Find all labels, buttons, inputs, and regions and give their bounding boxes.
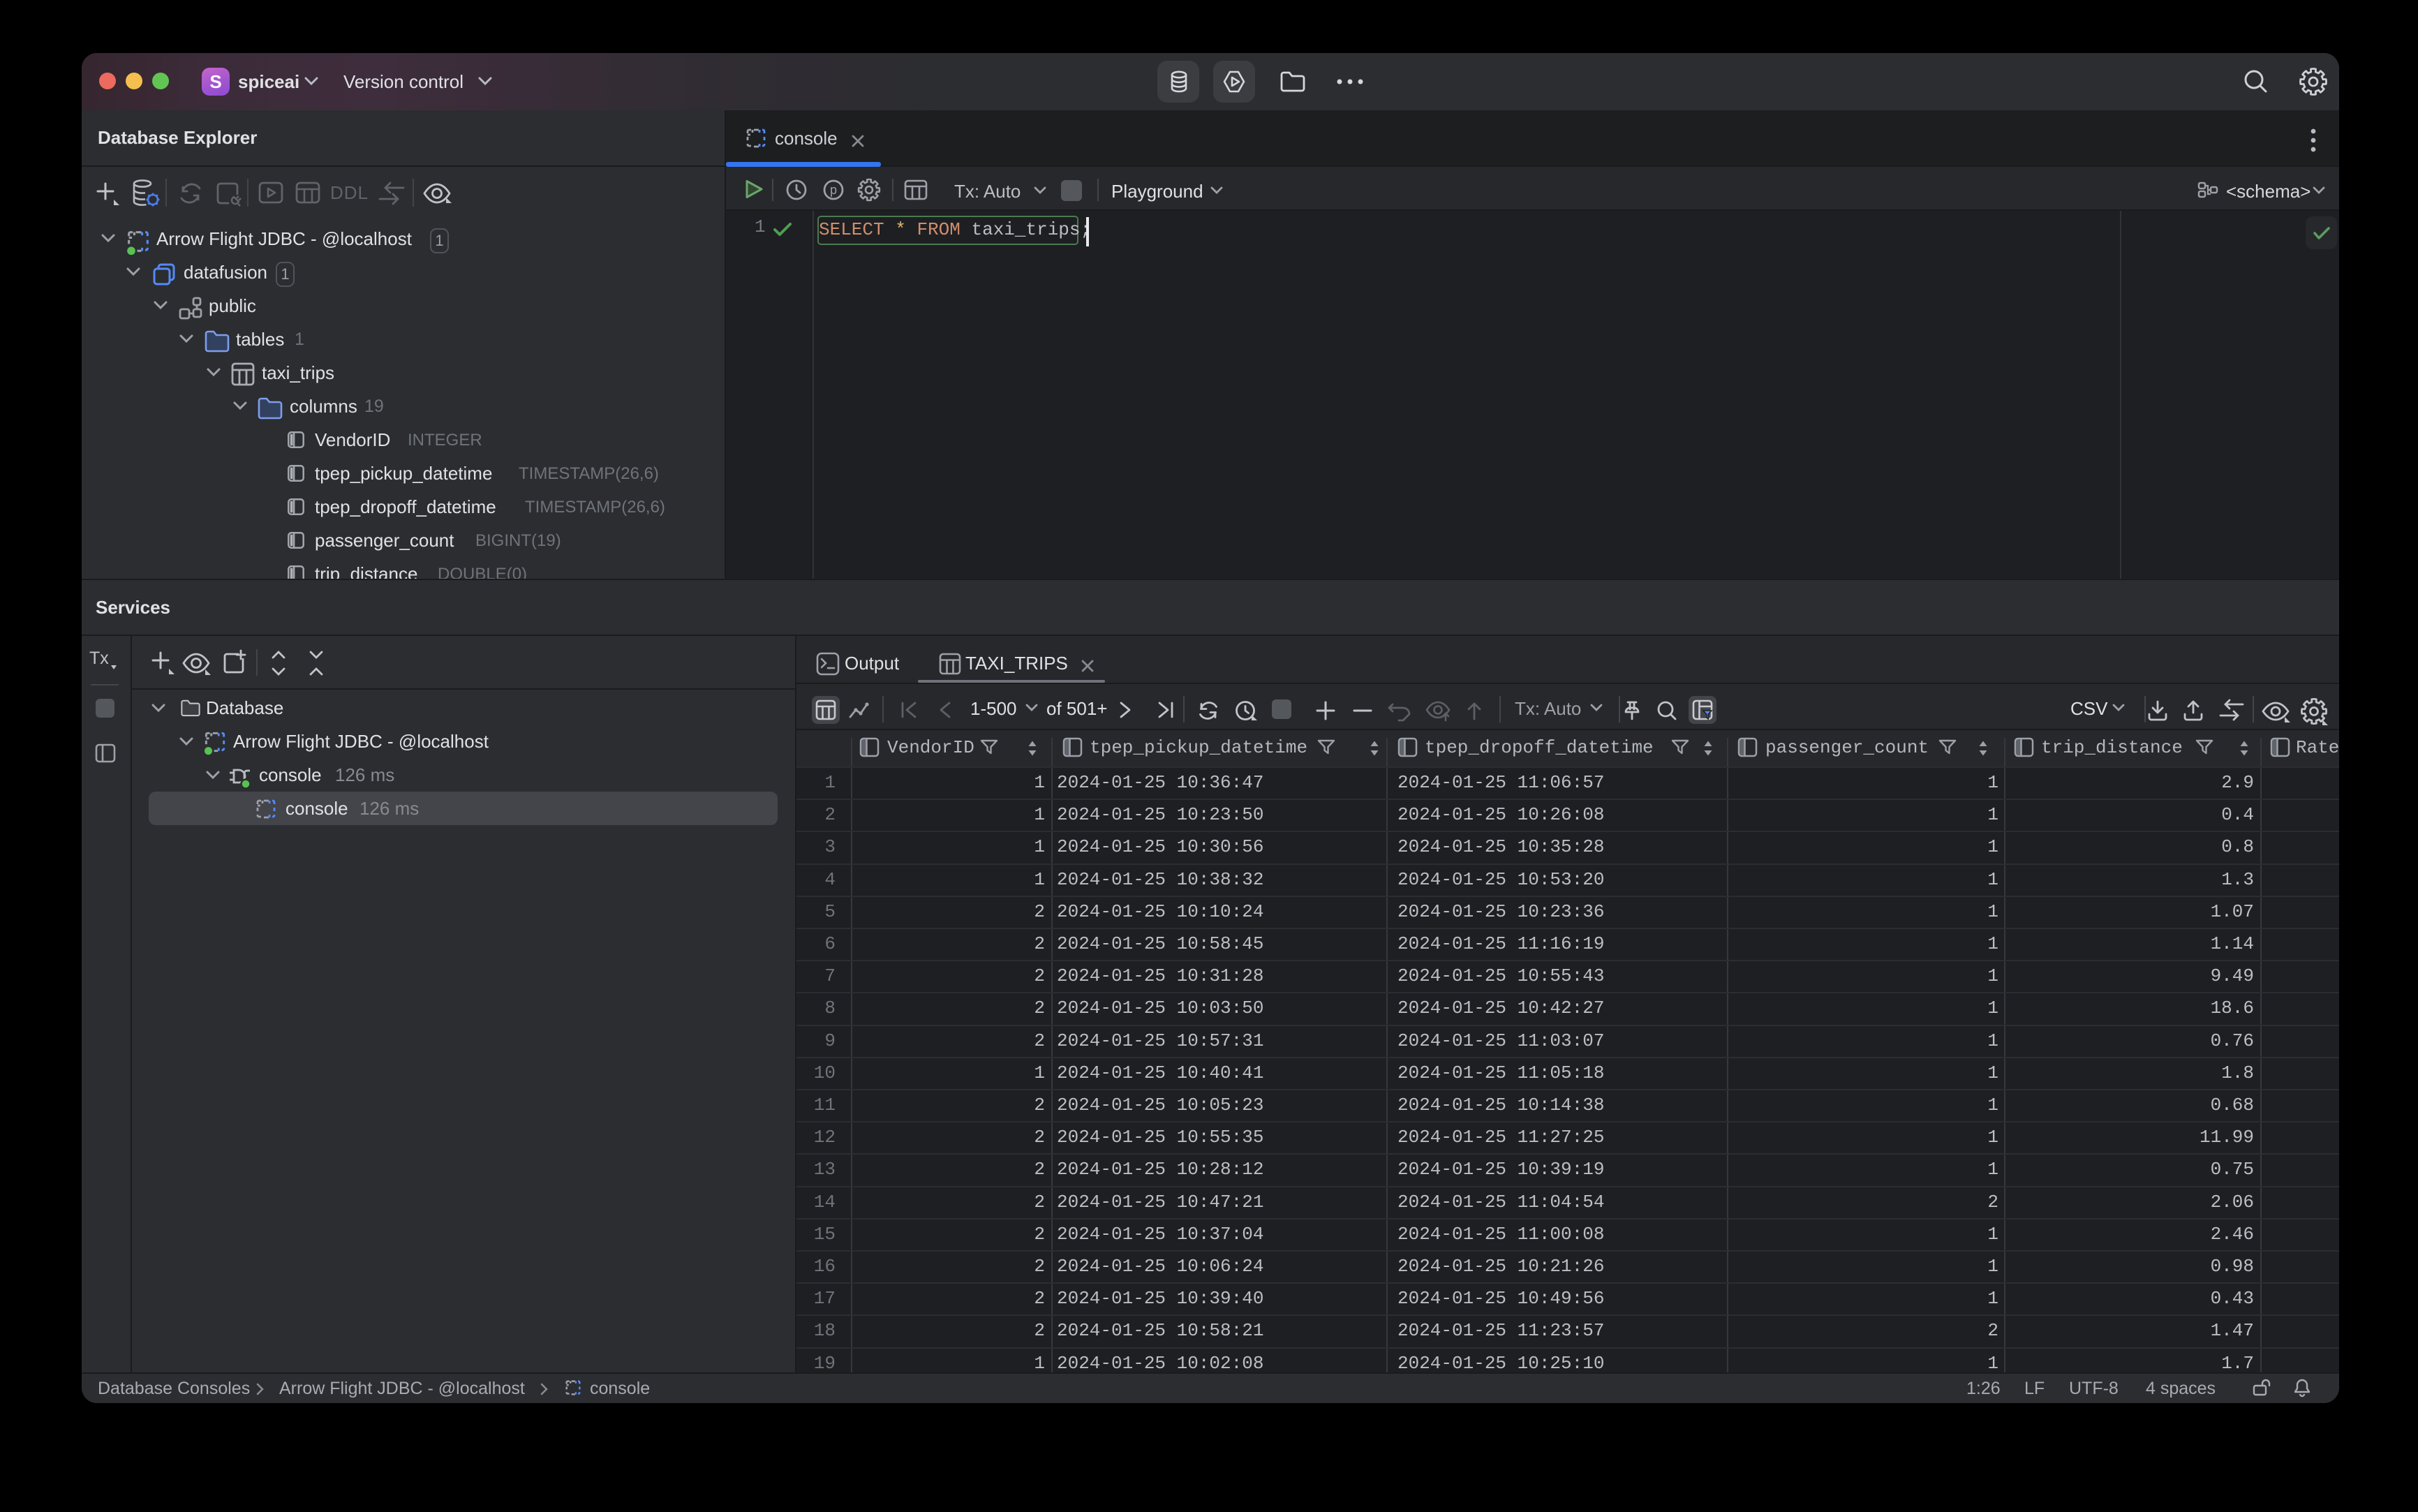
svg-text:p: p xyxy=(830,183,837,197)
